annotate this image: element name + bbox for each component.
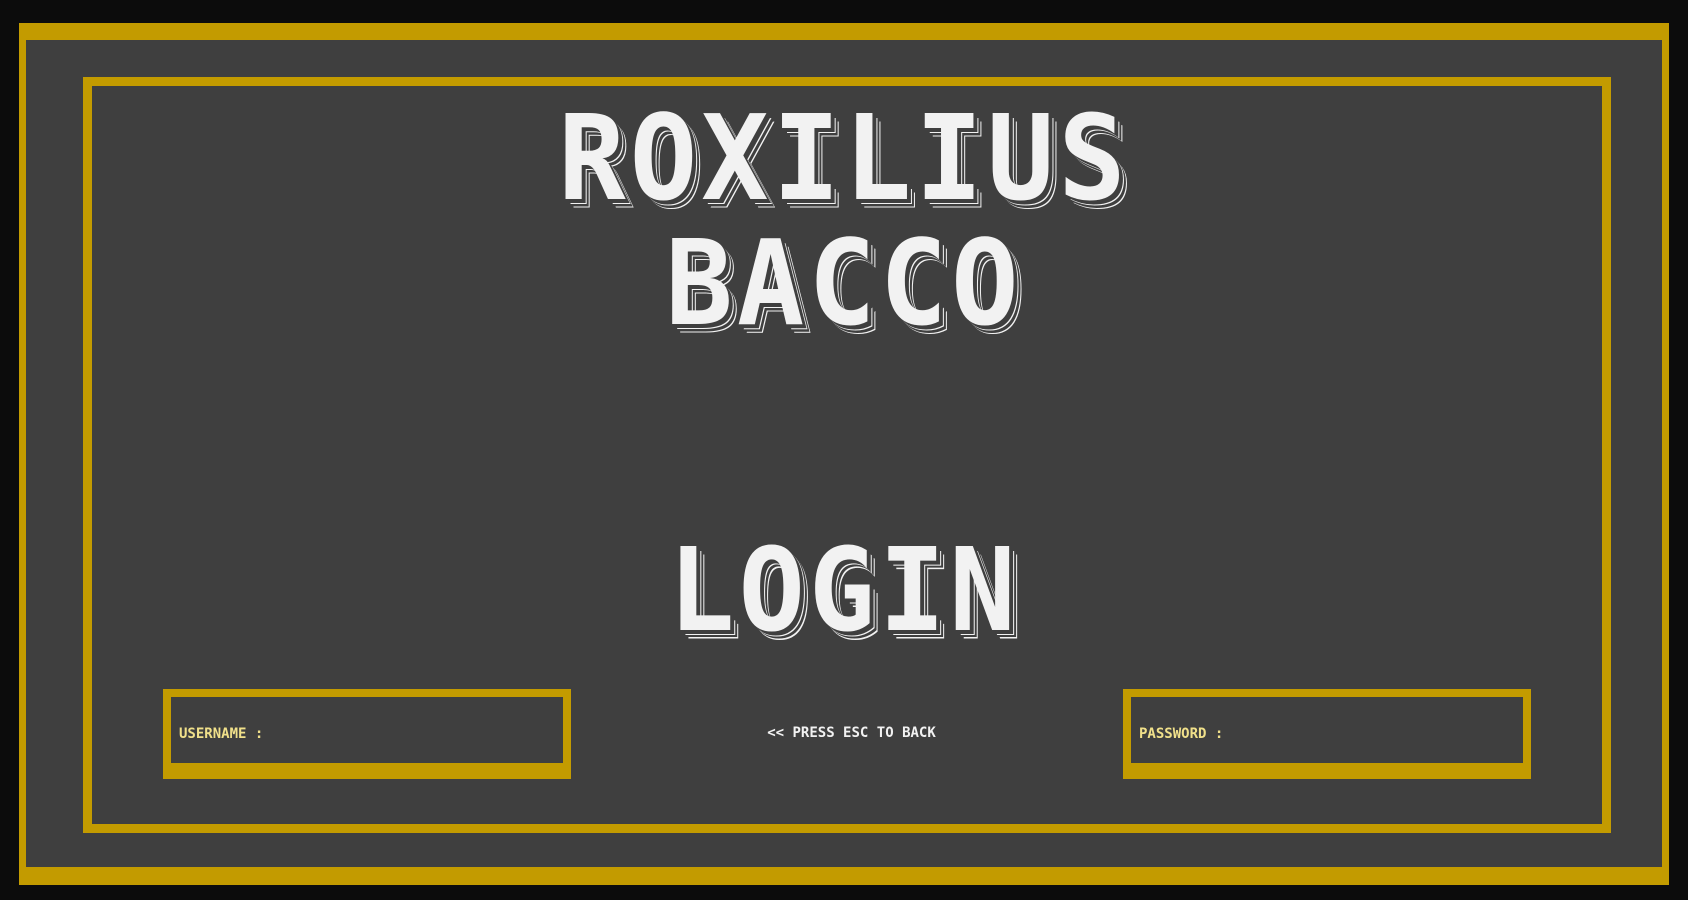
password-field-inner[interactable]: PASSWORD : bbox=[1131, 697, 1523, 771]
login-screen: ROXILIUS BACCO LOGIN USERNAME : << PRESS… bbox=[0, 0, 1688, 900]
app-title-line-2: BACCO bbox=[665, 215, 1023, 353]
password-field-box[interactable]: PASSWORD : bbox=[1123, 689, 1531, 779]
app-title-line-1: ROXILIUS bbox=[558, 90, 1130, 228]
login-heading: LOGIN bbox=[668, 522, 1020, 658]
password-input[interactable] bbox=[1223, 722, 1523, 746]
password-label: PASSWORD : bbox=[1139, 726, 1224, 742]
